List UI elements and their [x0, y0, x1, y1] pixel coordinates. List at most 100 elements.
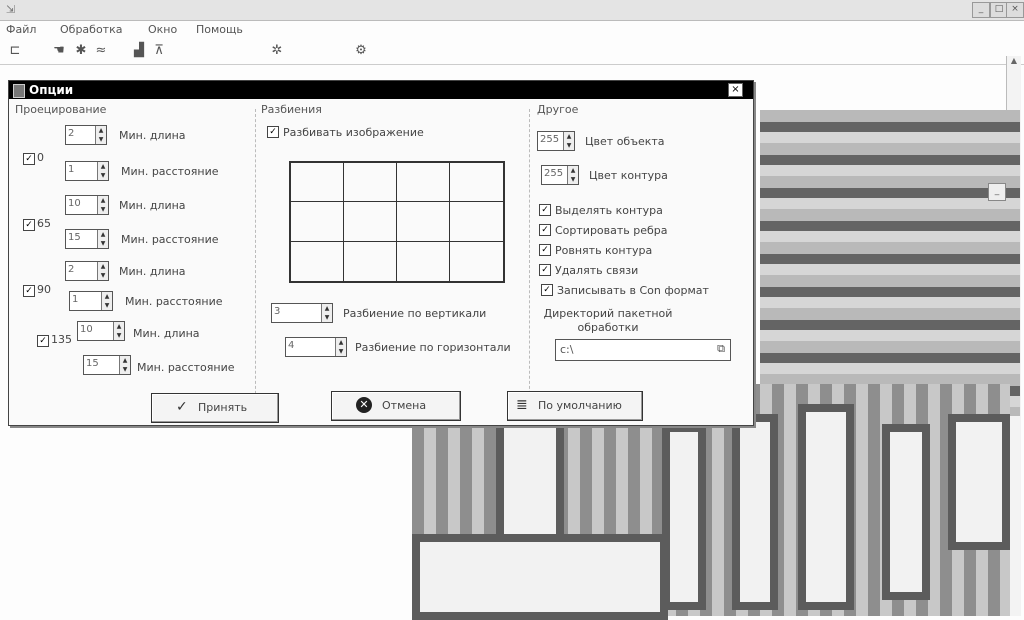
angle-90-label: 90 — [37, 283, 51, 296]
split-image-checkbox[interactable]: ✓ — [267, 126, 279, 138]
angle-0-min-distance-spinner[interactable]: 1 ▲ ▼ — [65, 161, 109, 181]
contour-color-label: Цвет контура — [589, 169, 668, 182]
grid-cell — [397, 202, 450, 242]
image-block — [662, 424, 706, 610]
angle-90-min-length-spinner[interactable]: 2 ▲ ▼ — [65, 261, 109, 281]
angle-65-min-distance-spinner[interactable]: 15 ▲ ▼ — [65, 229, 109, 249]
folder-browse-icon[interactable]: ⧉ — [714, 342, 728, 356]
open-file-icon[interactable]: ⊏ — [6, 42, 24, 60]
spinner-arrows-icon[interactable]: ▲ ▼ — [97, 162, 108, 180]
filter-icon[interactable]: ⊼ — [150, 42, 168, 60]
dialog-title: Опции — [29, 83, 74, 97]
grid-cell — [291, 202, 344, 242]
angle-0-label: 0 — [37, 151, 44, 164]
spinner-arrows-icon[interactable]: ▲ ▼ — [95, 126, 106, 144]
angle-135-min-length-spinner[interactable]: 10 ▲ ▼ — [77, 321, 125, 341]
align-contours-checkbox[interactable]: ✓ — [539, 244, 551, 256]
min-length-label: Мин. длина — [133, 327, 200, 340]
grid-cell — [291, 241, 344, 281]
angle-0-checkbox[interactable]: ✓ — [23, 153, 35, 165]
process-icon[interactable]: ≈ — [92, 42, 110, 60]
accept-button[interactable]: ✓ Принять — [151, 393, 279, 423]
angle-135-checkbox[interactable]: ✓ — [37, 335, 49, 347]
hand-icon[interactable]: ☚ — [50, 42, 68, 60]
contour-color-spinner[interactable]: 255 ▲ ▼ — [541, 165, 579, 185]
highlight-contours-checkbox[interactable]: ✓ — [539, 204, 551, 216]
app-titlebar: ⇲ _ □ × — [0, 0, 1024, 21]
cancel-button[interactable]: ✕ Отмена — [331, 391, 461, 421]
star-icon[interactable]: ✲ — [268, 42, 286, 60]
horizontal-split-spinner[interactable]: 4 ▲ ▼ — [285, 337, 347, 357]
reset-list-icon: ≣ — [516, 397, 528, 413]
projection-section-label: Проецирование — [15, 103, 107, 116]
settings-icon[interactable]: ⚙ — [352, 42, 370, 60]
angle-65-min-length-spinner[interactable]: 10 ▲ ▼ — [65, 195, 109, 215]
spinner-arrows-icon[interactable]: ▲ ▼ — [97, 262, 108, 280]
write-con-format-checkbox[interactable]: ✓ — [541, 284, 553, 296]
vertical-split-spinner[interactable]: 3 ▲ ▼ — [271, 303, 333, 323]
image-block — [948, 414, 1010, 550]
menu-window[interactable]: Окно — [148, 23, 177, 36]
spinner-arrows-icon[interactable]: ▲ ▼ — [567, 166, 578, 184]
grid-cell — [450, 163, 503, 203]
split-image-option[interactable]: ✓ Разбивать изображение — [267, 125, 424, 139]
section-divider — [529, 109, 530, 409]
align-contours-option[interactable]: ✓ Ровнять контура — [539, 243, 652, 257]
remove-links-option[interactable]: ✓ Удалять связи — [539, 263, 638, 277]
angle-65-label: 65 — [37, 217, 51, 230]
min-length-label: Мин. длина — [119, 265, 186, 278]
dialog-titlebar: Опции × — [9, 81, 753, 99]
scroll-up-icon[interactable]: ▲ — [1008, 56, 1020, 68]
checkmark-icon: ✓ — [176, 399, 188, 415]
grid-cell — [291, 163, 344, 203]
spinner-arrows-icon[interactable]: ▲ ▼ — [119, 356, 130, 374]
highlight-contours-option[interactable]: ✓ Выделять контура — [539, 203, 663, 217]
dialog-icon — [13, 84, 25, 98]
grid-cell — [344, 241, 397, 281]
angle-90-checkbox[interactable]: ✓ — [23, 285, 35, 297]
grid-cell — [397, 163, 450, 203]
menu-file[interactable]: Файл — [6, 23, 36, 36]
spinner-arrows-icon[interactable]: ▲ ▼ — [113, 322, 124, 340]
spinner-arrows-icon[interactable]: ▲ ▼ — [97, 196, 108, 214]
image-block — [412, 534, 668, 620]
section-divider — [255, 109, 256, 409]
min-distance-label: Мин. расстояние — [125, 295, 223, 308]
options-dialog: Опции × Проецирование ✓ 0 2 ▲ ▼ Мин. длин… — [8, 80, 754, 426]
dialog-close-button[interactable]: × — [728, 83, 743, 97]
grid-cell — [344, 202, 397, 242]
close-window-button[interactable]: × — [1006, 2, 1024, 18]
remove-links-checkbox[interactable]: ✓ — [539, 264, 551, 276]
min-distance-label: Мин. расстояние — [121, 165, 219, 178]
minimize-button[interactable]: _ — [972, 2, 990, 18]
spinner-arrows-icon[interactable]: ▲ ▼ — [101, 292, 112, 310]
grid-cell — [450, 242, 503, 281]
menu-help[interactable]: Помощь — [196, 23, 243, 36]
write-con-format-option[interactable]: ✓ Записывать в Con формат — [541, 283, 709, 297]
app-icon: ⇲ — [6, 3, 16, 16]
grid-cell — [344, 163, 397, 203]
other-section-label: Другое — [537, 103, 579, 116]
image-restore-button[interactable]: _ — [988, 183, 1006, 201]
batch-dir-label: Директорий пакетной обработки — [543, 307, 673, 334]
min-length-label: Мин. длина — [119, 199, 186, 212]
angle-90-min-distance-spinner[interactable]: 1 ▲ ▼ — [69, 291, 113, 311]
spinner-arrows-icon[interactable]: ▲ ▼ — [97, 230, 108, 248]
spinner-arrows-icon[interactable]: ▲ ▼ — [321, 304, 332, 322]
default-button[interactable]: ≣ По умолчанию — [507, 391, 643, 421]
angle-0-min-length-spinner[interactable]: 2 ▲ ▼ — [65, 125, 107, 145]
angle-135-min-distance-spinner[interactable]: 15 ▲ ▼ — [83, 355, 131, 375]
transform-icon[interactable]: ✱ — [72, 42, 90, 60]
histogram-icon[interactable]: ▟ — [130, 42, 148, 60]
menu-bar: Файл Обработка Окно Помощь — [0, 22, 400, 38]
sort-edges-option[interactable]: ✓ Сортировать ребра — [539, 223, 668, 237]
vertical-split-label: Разбиение по вертикали — [343, 307, 487, 320]
grid-cell — [397, 241, 450, 281]
object-color-spinner[interactable]: 255 ▲ ▼ — [537, 131, 575, 151]
angle-65-checkbox[interactable]: ✓ — [23, 219, 35, 231]
spinner-arrows-icon[interactable]: ▲ ▼ — [563, 132, 574, 150]
sort-edges-checkbox[interactable]: ✓ — [539, 224, 551, 236]
spinner-arrows-icon[interactable]: ▲ ▼ — [335, 338, 346, 356]
batch-dir-input[interactable]: c:\ ⧉ — [555, 339, 731, 361]
menu-processing[interactable]: Обработка — [60, 23, 122, 36]
